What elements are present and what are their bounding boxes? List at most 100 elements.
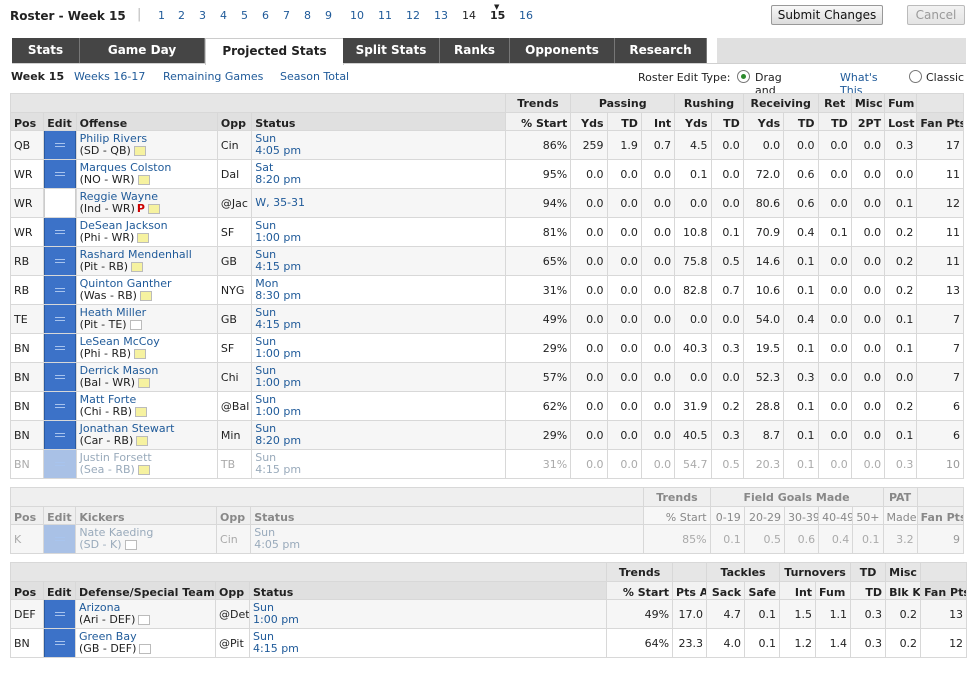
edit-cell[interactable] — [43, 159, 77, 189]
tab-research[interactable]: Research — [615, 38, 707, 63]
drag-handle-icon[interactable] — [44, 525, 75, 553]
roster-row[interactable]: WR DeSean Jackson (Phi - WR) SF Sun 1:00 pm 81… — [9, 217, 964, 247]
drag-handle-icon[interactable] — [44, 247, 76, 275]
opponent-cell: Dal — [216, 159, 253, 189]
tab-game-day-decision[interactable]: Game Day Decision — [80, 38, 205, 82]
player-note-icon[interactable] — [136, 436, 149, 446]
week-link-5[interactable]: 5 — [241, 9, 248, 22]
player-note-icon[interactable] — [138, 378, 151, 388]
position-cell: WR — [9, 188, 45, 218]
kickers-fanpts-spacer — [916, 487, 965, 507]
week-link-12[interactable]: 12 — [406, 9, 420, 22]
stat-cell: 0.4 — [783, 304, 819, 334]
edit-cell[interactable] — [43, 449, 77, 479]
drag-handle-icon[interactable] — [44, 305, 76, 333]
drag-handle-icon[interactable] — [44, 629, 75, 657]
player-note-icon[interactable] — [147, 204, 160, 214]
week-link-6[interactable]: 6 — [262, 9, 269, 22]
player-note-icon[interactable] — [137, 233, 150, 243]
roster-row[interactable]: BN Matt Forte (Chi - RB) @Bal Sun 1:00 pm 62% 0… — [9, 391, 964, 421]
week-link-3[interactable]: 3 — [199, 9, 206, 22]
week-link-11[interactable]: 11 — [378, 9, 392, 22]
roster-row[interactable]: RB Quinton Ganther (Was - RB) NYG Mon 8:30 pm… — [9, 275, 964, 305]
week-link-4[interactable]: 4 — [220, 9, 227, 22]
roster-row[interactable]: TE Heath Miller (Pit - TE) GB Sun 4:15 pm 49% 0… — [9, 304, 964, 334]
player-note-icon[interactable] — [138, 615, 151, 625]
edit-cell[interactable] — [43, 391, 77, 421]
tab-split-stats[interactable]: Split Stats — [343, 38, 440, 63]
drag-handle-icon[interactable] — [44, 276, 76, 304]
roster-row[interactable]: BN Green Bay (GB - DEF) @Pit Sun 4:15 pm 64% 23… — [10, 628, 968, 658]
drag-drop-radio[interactable] — [737, 70, 750, 83]
player-note-icon[interactable] — [137, 175, 150, 185]
submit-changes-button[interactable]: Submit Changes — [771, 5, 883, 25]
week-link-14[interactable]: 14 — [462, 9, 476, 22]
edit-cell[interactable] — [43, 333, 77, 363]
roster-row[interactable]: BN Derrick Mason (Bal - WR) Chi Sun 1:00 pm 57… — [9, 362, 964, 392]
player-team-position: (Car - RB) — [79, 434, 134, 447]
drag-handle-icon[interactable] — [44, 421, 76, 449]
drag-handle-icon[interactable] — [44, 160, 76, 188]
week-link-9[interactable]: 9 — [325, 9, 332, 22]
week-link-8[interactable]: 8 — [304, 9, 311, 22]
roster-row[interactable]: WR Reggie Wayne (Ind - WR) P @Jac W, 35-31 94%… — [9, 188, 964, 218]
edit-cell[interactable] — [43, 217, 77, 247]
player-note-icon[interactable] — [139, 291, 152, 301]
drag-handle-icon[interactable] — [44, 218, 76, 246]
drag-handle-icon[interactable] — [44, 450, 76, 478]
player-note-icon[interactable] — [131, 262, 144, 272]
drag-handle-icon[interactable] — [44, 600, 75, 628]
edit-cell[interactable] — [43, 599, 76, 629]
edit-cell[interactable] — [43, 362, 77, 392]
player-note-icon[interactable] — [124, 540, 137, 550]
tab-stats[interactable]: Stats — [12, 38, 80, 63]
roster-row[interactable]: WR Marques Colston (NO - WR) Dal Sat 8:20 pm 9… — [9, 159, 964, 189]
player-note-icon[interactable] — [129, 320, 142, 330]
tab-projected-stats[interactable]: Projected Stats — [205, 38, 344, 65]
classic-radio[interactable] — [909, 70, 922, 83]
player-note-icon[interactable] — [137, 465, 150, 475]
cancel-button[interactable]: Cancel — [907, 5, 965, 25]
drag-handle-icon[interactable] — [44, 131, 76, 159]
week-link-13[interactable]: 13 — [434, 9, 448, 22]
edit-cell[interactable] — [43, 524, 77, 554]
player-note-icon[interactable] — [133, 146, 146, 156]
opponent-cell: Cin — [216, 524, 252, 554]
edit-cell[interactable] — [43, 628, 76, 658]
drag-handle-icon[interactable] — [44, 392, 76, 420]
edit-cell[interactable] — [43, 275, 77, 305]
tab-ranks[interactable]: Ranks — [440, 38, 510, 63]
week-link-2[interactable]: 2 — [178, 9, 185, 22]
subnav-remaining-games[interactable]: Remaining Games — [163, 70, 263, 83]
drag-handle-icon[interactable] — [44, 334, 76, 362]
stat-cell: 1.4 — [815, 628, 852, 658]
roster-row[interactable]: BN Jonathan Stewart (Car - RB) Min Sun 8:20 p… — [9, 420, 964, 450]
roster-row[interactable]: K Nate Kaeding (SD - K) Cin Sun 4:05 pm 85% 0.1… — [9, 524, 965, 554]
roster-row[interactable]: QB Philip Rivers (SD - QB) Cin Sun 4:05 pm 86%… — [9, 130, 964, 160]
subnav-weeks-16-17[interactable]: Weeks 16-17 — [74, 70, 145, 83]
week-link-7[interactable]: 7 — [283, 9, 290, 22]
roster-row[interactable]: BN Justin Forsett (Sea - RB) TB Sun 4:15 pm 31… — [9, 449, 964, 479]
player-note-icon[interactable] — [135, 407, 148, 417]
edit-cell[interactable] — [43, 420, 77, 450]
tab-opponents[interactable]: Opponents — [510, 38, 615, 63]
edit-cell[interactable] — [43, 246, 77, 276]
edit-cell[interactable] — [43, 130, 77, 160]
drag-handle-icon[interactable] — [44, 363, 76, 391]
week-link-1[interactable]: 1 — [158, 9, 165, 22]
stat-cell: 0.0 — [606, 391, 642, 421]
roster-row[interactable]: BN LeSean McCoy (Phi - RB) SF Sun 1:00 pm 29% 0… — [9, 333, 964, 363]
roster-row[interactable]: RB Rashard Mendenhall (Pit - RB) GB Sun 4:15 … — [9, 246, 964, 276]
drag-handle-icon[interactable] — [44, 189, 76, 217]
edit-cell[interactable] — [43, 188, 77, 218]
subnav-current-week: Week 15 — [11, 70, 65, 83]
week-link-16[interactable]: 16 — [519, 9, 533, 22]
player-note-icon[interactable] — [139, 644, 152, 654]
turnovers-group: Turnovers — [779, 562, 852, 582]
week-link-15[interactable]: 15 — [490, 9, 505, 22]
edit-cell[interactable] — [43, 304, 77, 334]
roster-row[interactable]: DEF Arizona (Ari - DEF) @Det Sun 1:00 pm 49% 17… — [10, 599, 968, 629]
week-link-10[interactable]: 10 — [350, 9, 364, 22]
player-note-icon[interactable] — [134, 349, 146, 359]
subnav-season-total[interactable]: Season Total — [280, 70, 349, 83]
